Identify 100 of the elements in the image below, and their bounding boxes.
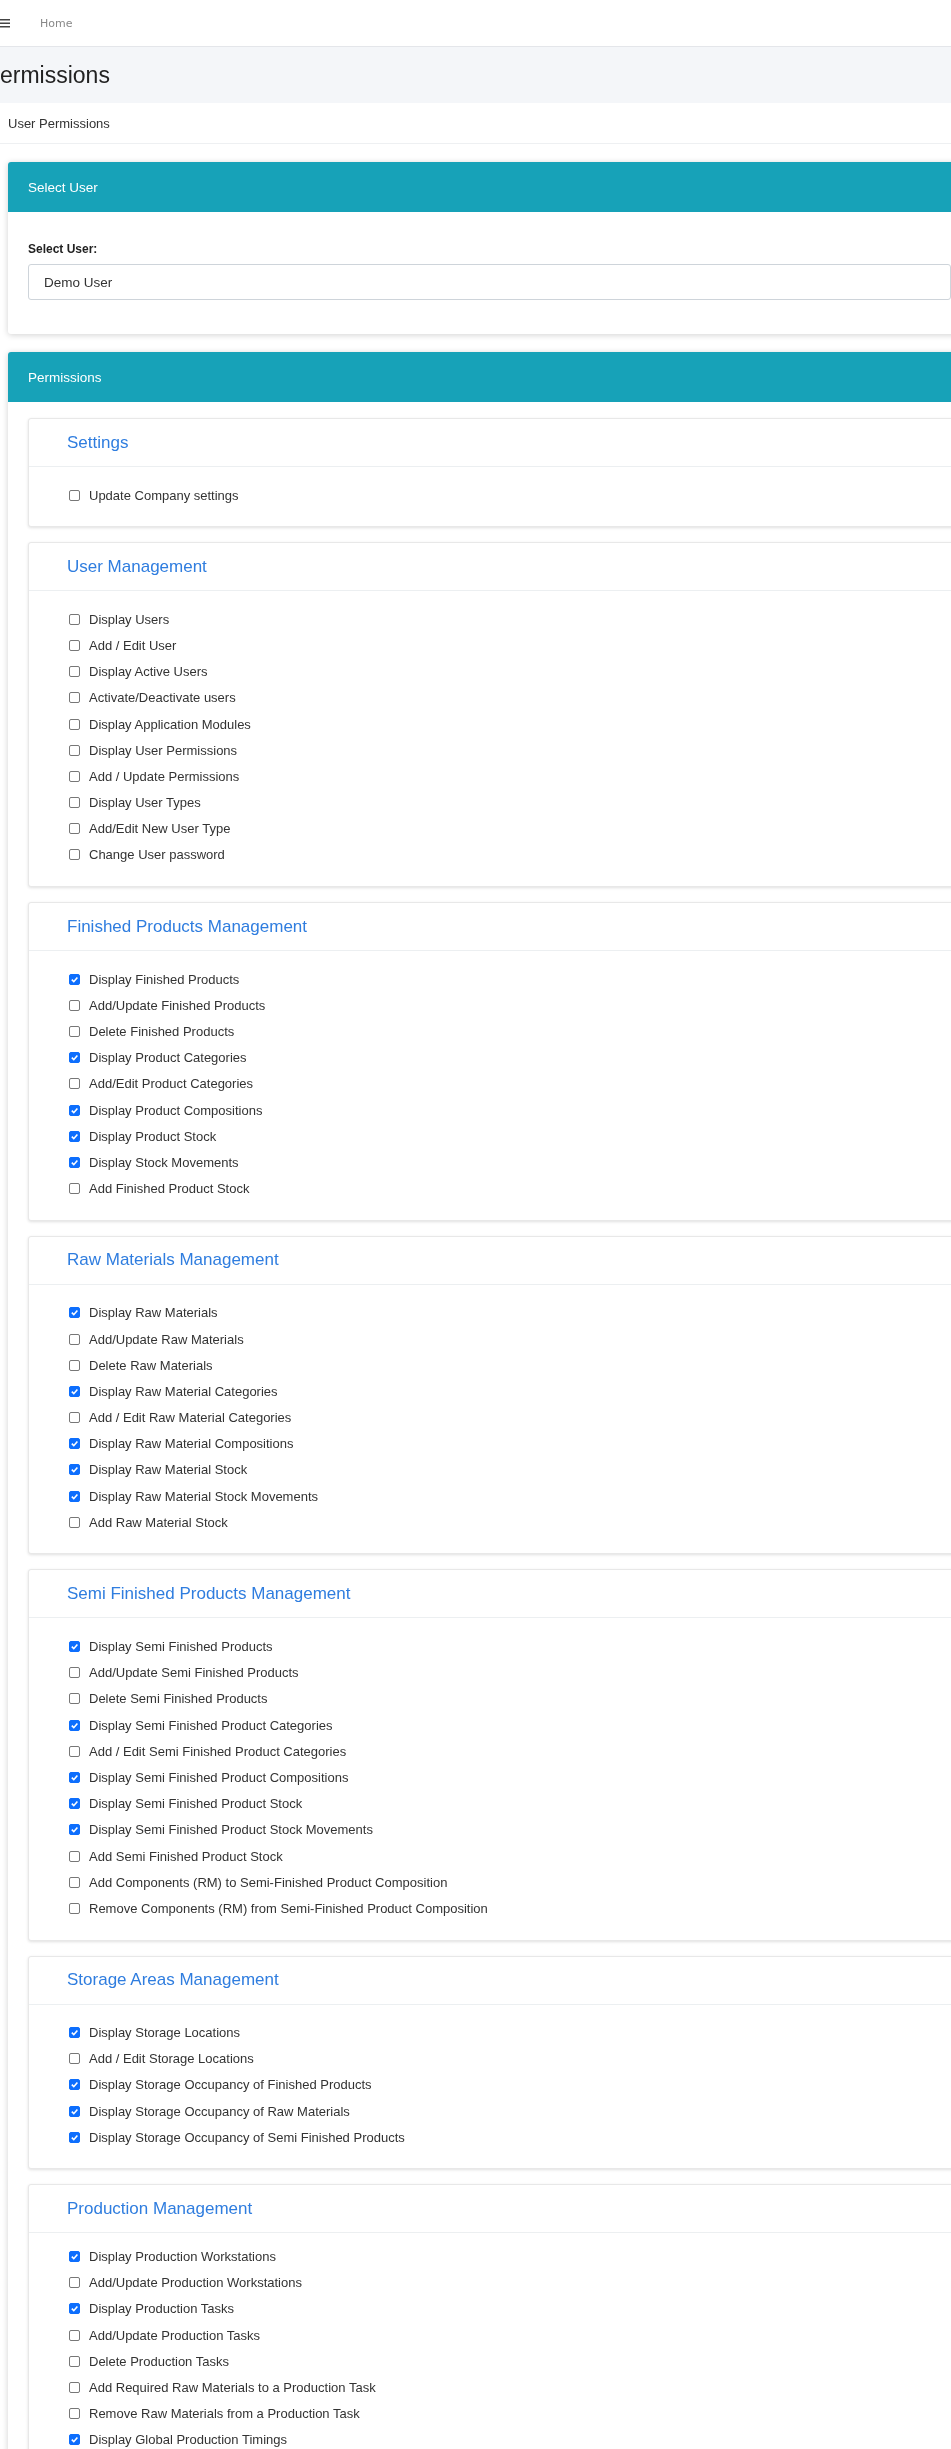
checkbox[interactable]: [69, 1307, 80, 1319]
checkbox[interactable]: [69, 1719, 80, 1731]
checkbox[interactable]: [69, 718, 80, 730]
breadcrumb-text: User Permissions: [8, 115, 110, 131]
permission-label: Add/Edit Product Categories: [89, 1076, 254, 1092]
checkbox[interactable]: [69, 1771, 80, 1783]
checkbox[interactable]: [69, 1464, 80, 1476]
permission-label: Add / Update Permissions: [89, 768, 240, 784]
permission-label: Delete Raw Materials: [89, 1357, 213, 1373]
checkbox[interactable]: [69, 1902, 80, 1914]
menu-icon[interactable]: [0, 18, 10, 28]
checkbox[interactable]: [69, 2277, 80, 2289]
checkbox[interactable]: [69, 2027, 80, 2039]
permission-label: Display Raw Materials: [89, 1305, 218, 1321]
permission-label: Add/Update Semi Finished Products: [89, 1665, 299, 1681]
permission-label: Add / Edit Raw Material Categories: [89, 1410, 292, 1426]
group-title: Production Management: [29, 2185, 951, 2234]
permission-label: Add / Edit User: [89, 637, 177, 653]
checkbox[interactable]: [69, 639, 80, 651]
checkbox[interactable]: [69, 2131, 80, 2143]
checkbox[interactable]: [69, 1333, 80, 1345]
permission-label: Display Finished Products: [89, 971, 240, 987]
checkbox[interactable]: [69, 1876, 80, 1888]
permission-label: Add/Update Production Workstations: [89, 2275, 302, 2291]
checkbox[interactable]: [69, 770, 80, 782]
permission-label: Activate/Deactivate users: [89, 690, 236, 706]
group-title: Settings: [29, 419, 951, 467]
checkbox[interactable]: [69, 1078, 80, 1090]
permission-label: Display Raw Material Categories: [89, 1383, 278, 1399]
checkbox[interactable]: [69, 797, 80, 809]
checkbox[interactable]: [69, 1130, 80, 1142]
permission-label: Add Semi Finished Product Stock: [89, 1848, 283, 1864]
permission-label: Delete Finished Products: [89, 1024, 235, 1040]
checkbox[interactable]: [69, 666, 80, 678]
permission-label: Display Application Modules: [89, 716, 251, 732]
checkbox[interactable]: [69, 823, 80, 835]
permission-label: Add / Edit Storage Locations: [89, 2051, 254, 2067]
checkbox[interactable]: [69, 1183, 80, 1195]
checkbox[interactable]: [69, 744, 80, 756]
checkbox[interactable]: [69, 1412, 80, 1424]
checkbox[interactable]: [69, 2329, 80, 2341]
checkbox[interactable]: [69, 1385, 80, 1397]
permission-label: Add/Edit New User Type: [89, 821, 231, 837]
checkbox[interactable]: [69, 1667, 80, 1679]
checkbox[interactable]: [69, 1824, 80, 1836]
checkbox[interactable]: [69, 1104, 80, 1116]
permission-label: Display Global Production Timings: [89, 2432, 287, 2448]
checkbox[interactable]: [69, 1745, 80, 1757]
permission-label: Display Semi Finished Product Stock: [89, 1796, 303, 1812]
card-header: Permissions: [8, 352, 951, 402]
checkbox[interactable]: [69, 2079, 80, 2091]
checkbox[interactable]: [69, 1359, 80, 1371]
permission-label: Change User password: [89, 847, 225, 863]
checkbox[interactable]: [69, 1052, 80, 1064]
permission-label: Display Product Stock: [89, 1128, 217, 1144]
checkbox[interactable]: [69, 2381, 80, 2393]
checkbox[interactable]: [69, 692, 80, 704]
checkbox[interactable]: [69, 999, 80, 1011]
permission-label: Display Production Workstations: [89, 2249, 276, 2265]
checkbox[interactable]: [69, 2105, 80, 2117]
permission-label: Display Production Tasks: [89, 2301, 234, 2317]
permission-label: Add/Update Production Tasks: [89, 2327, 261, 2343]
checkbox[interactable]: [69, 1438, 80, 1450]
user-select[interactable]: Demo User: [28, 264, 951, 300]
checkbox[interactable]: [69, 1693, 80, 1705]
group-title: Raw Materials Management: [29, 1236, 951, 1285]
checkbox[interactable]: [69, 2434, 80, 2446]
checkbox[interactable]: [69, 1026, 80, 1038]
permission-label: Add/Update Raw Materials: [89, 1331, 244, 1347]
checkbox[interactable]: [69, 1156, 80, 1168]
permission-label: Display Stock Movements: [89, 1154, 239, 1170]
permission-label: Display Semi Finished Products: [89, 1639, 273, 1655]
permission-label: Remove Components (RM) from Semi-Finished Product Composition: [89, 1900, 488, 1916]
card-header: Select User: [8, 162, 951, 212]
permission-label: Display Raw Material Stock Movements: [89, 1488, 319, 1504]
permission-label: Display User Permissions: [89, 742, 238, 758]
checkbox[interactable]: [69, 2408, 80, 2420]
checkbox[interactable]: [69, 1798, 80, 1810]
page-title: ermissions: [0, 61, 110, 89]
checkbox[interactable]: [69, 1516, 80, 1528]
permission-label: Display Semi Finished Product Stock Movements: [89, 1822, 373, 1838]
checkbox[interactable]: [69, 2303, 80, 2315]
permission-label: Remove Raw Materials from a Production Task: [89, 2406, 360, 2422]
checkbox[interactable]: [69, 2251, 80, 2263]
checkbox[interactable]: [69, 973, 80, 985]
permission-label: Update Company settings: [89, 487, 239, 503]
checkbox[interactable]: [69, 1850, 80, 1862]
checkbox[interactable]: [69, 1641, 80, 1653]
checkbox[interactable]: [69, 489, 80, 501]
checkbox[interactable]: [69, 849, 80, 861]
checkbox[interactable]: [69, 2053, 80, 2065]
checkbox[interactable]: [69, 2355, 80, 2367]
checkbox[interactable]: [69, 1490, 80, 1502]
permission-label: Add / Edit Semi Finished Product Categories: [89, 1743, 347, 1759]
permission-label: Add Finished Product Stock: [89, 1181, 250, 1197]
checkbox[interactable]: [69, 613, 80, 625]
group-title: Finished Products Management: [29, 903, 951, 952]
permission-label: Display Raw Material Compositions: [89, 1436, 294, 1452]
permission-label: Display Product Compositions: [89, 1102, 263, 1118]
home-link[interactable]: Home: [40, 16, 73, 30]
